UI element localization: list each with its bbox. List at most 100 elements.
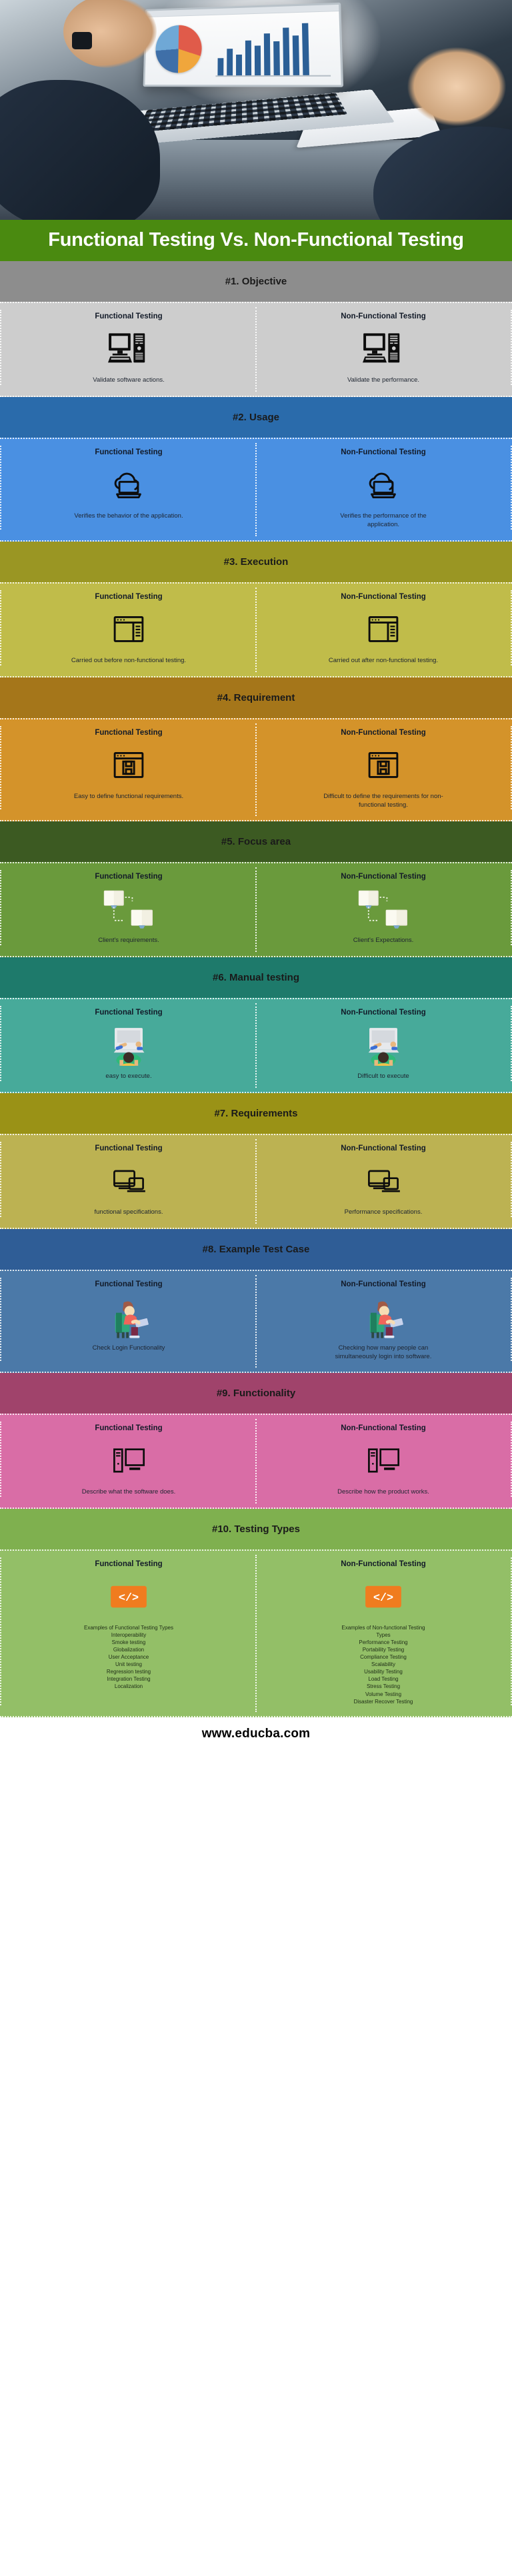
code-badge-icon: </> xyxy=(365,1575,402,1619)
column-left: Functional Testing Check Login Functional… xyxy=(0,1277,256,1362)
list-item: Load Testing xyxy=(368,1676,399,1683)
column-left: Functional Testing Carried out before non… xyxy=(0,590,256,665)
two-monitors-icon xyxy=(357,887,409,931)
column-left: Functional Testing Verifies the behavior … xyxy=(0,446,256,530)
comparison-row: Functional Testing Client's requirements.… xyxy=(0,862,512,958)
column-right: Non-Functional Testing Difficult to defin… xyxy=(256,725,512,810)
column-left: Functional Testing </> Examples of Functio… xyxy=(0,1557,256,1705)
section-9: #9. Functionality Functional Testing Descr… xyxy=(0,1373,512,1509)
column-description: Difficult to execute xyxy=(357,1073,409,1080)
section-header: #2. Usage xyxy=(0,397,512,438)
section-3: #3. Execution Functional Testing Carried o… xyxy=(0,541,512,677)
column-title: Non-Functional Testing xyxy=(341,873,426,881)
column-title: Non-Functional Testing xyxy=(341,592,426,601)
column-right: Non-Functional Testing Client's Expectati… xyxy=(256,870,512,946)
section-header: #3. Execution xyxy=(0,541,512,582)
list-item: Interoperability xyxy=(111,1632,147,1639)
section-header: #10. Testing Types xyxy=(0,1509,512,1550)
column-description: Difficult to define the requirements for… xyxy=(323,792,443,809)
column-right: Non-Functional Testing Verifies the perfo… xyxy=(256,446,512,530)
bar-chart-graphic xyxy=(217,20,327,76)
wristwatch xyxy=(72,32,92,49)
list-item: Unit testing xyxy=(115,1661,143,1668)
column-description: Client's requirements. xyxy=(98,937,159,945)
section-header: #7. Requirements xyxy=(0,1092,512,1134)
comparison-row: Functional Testing </> Examples of Functio… xyxy=(0,1549,512,1717)
column-left: Functional Testing Validate software acti… xyxy=(0,310,256,386)
title-bar: Functional Testing Vs. Non-Functional Te… xyxy=(0,220,512,262)
person-working-icon xyxy=(358,1295,409,1339)
column-title: Functional Testing xyxy=(95,448,163,457)
column-title: Non-Functional Testing xyxy=(341,728,426,737)
column-left: Functional Testing easy to execute. xyxy=(0,1006,256,1081)
section-6: #6. Manual testing Functional Testing easy… xyxy=(0,957,512,1093)
column-right: Non-Functional Testing </> Examples of Non… xyxy=(256,1557,512,1705)
hero-photo xyxy=(0,0,512,220)
section-header: #4. Requirement xyxy=(0,677,512,718)
column-title: Non-Functional Testing xyxy=(341,448,426,457)
svg-text:</>: </> xyxy=(119,1592,139,1605)
column-title: Functional Testing xyxy=(95,728,163,737)
section-10: #10. Testing Types Functional Testing </> E… xyxy=(0,1509,512,1717)
column-right: Non-Functional Testing Carried out after … xyxy=(256,590,512,665)
column-description: functional specifications. xyxy=(94,1208,163,1216)
list-item: Usability Testing xyxy=(364,1669,403,1675)
section-header: #5. Focus area xyxy=(0,821,512,863)
list-item: Types xyxy=(376,1632,391,1639)
column-title: Non-Functional Testing xyxy=(341,1280,426,1288)
two-monitors-icon xyxy=(103,887,155,931)
column-right: Non-Functional Testing Performance specif… xyxy=(256,1141,512,1217)
column-description: Carried out before non-functional testin… xyxy=(71,656,187,664)
tower-monitor-icon xyxy=(364,1439,403,1483)
list-item: Compliance Testing xyxy=(360,1654,407,1661)
person-at-laptop-icon xyxy=(359,1023,408,1067)
column-description: Client's Expectations. xyxy=(353,937,414,945)
column-description: Performance specifications. xyxy=(344,1208,423,1216)
column-title: Non-Functional Testing xyxy=(341,312,426,321)
devices-icon xyxy=(363,1159,404,1203)
section-header: #9. Functionality xyxy=(0,1373,512,1414)
section-header: #8. Example Test Case xyxy=(0,1228,512,1270)
column-title: Functional Testing xyxy=(95,873,163,881)
list-item: Regression testing xyxy=(106,1669,151,1675)
section-7: #7. Requirements Functional Testing functi… xyxy=(0,1092,512,1229)
column-description: Easy to define functional requirements. xyxy=(73,792,184,800)
desktop-computer-icon xyxy=(108,327,149,371)
comparison-row: Functional Testing functional specificati… xyxy=(0,1133,512,1229)
column-title: Non-Functional Testing xyxy=(341,1560,426,1569)
column-left: Functional Testing functional specificati… xyxy=(0,1141,256,1217)
site-url: www.educba.com xyxy=(201,1726,311,1741)
column-description: Check Login Functionality xyxy=(92,1344,165,1352)
svg-text:</>: </> xyxy=(373,1592,393,1605)
column-title: Functional Testing xyxy=(95,1424,163,1433)
column-description: Describe what the software does. xyxy=(81,1488,176,1496)
list-item: Portability Testing xyxy=(362,1647,405,1653)
list-item: Examples of Functional Testing Types xyxy=(84,1625,173,1631)
page-title: Functional Testing Vs. Non-Functional Te… xyxy=(48,229,464,250)
section-2: #2. Usage Functional Testing Verifies the … xyxy=(0,397,512,542)
devices-icon xyxy=(108,1159,149,1203)
column-title: Functional Testing xyxy=(95,1009,163,1017)
column-description: Verifies the performance of the applicat… xyxy=(340,512,427,529)
person-at-laptop-icon xyxy=(104,1023,153,1067)
code-badge-icon: </> xyxy=(110,1575,147,1619)
list-item: User Acceptance xyxy=(108,1654,149,1661)
pie-chart-graphic xyxy=(155,24,203,73)
comparison-row: Functional Testing Describe what the soft… xyxy=(0,1414,512,1509)
comparison-row: Functional Testing Easy to define functio… xyxy=(0,717,512,822)
column-description: Validate software actions. xyxy=(93,376,165,384)
list-item: Globalization xyxy=(113,1647,145,1653)
hand-right xyxy=(407,47,507,127)
browser-window-icon xyxy=(363,608,403,651)
section-8: #8. Example Test Case Functional Testing C… xyxy=(0,1228,512,1374)
laptop-screen xyxy=(143,2,344,87)
testing-types-list: Examples of Non-functional Testing Types P… xyxy=(341,1624,425,1705)
cloud-laptop-icon xyxy=(108,463,149,507)
person-working-icon xyxy=(103,1295,154,1339)
list-item: Scalability xyxy=(371,1661,395,1668)
section-4: #4. Requirement Functional Testing Easy to… xyxy=(0,677,512,822)
list-item: Disaster Recover Testing xyxy=(353,1698,413,1705)
section-header: #1. Objective xyxy=(0,261,512,302)
section-1: #1. Objective Functional Testing Validate … xyxy=(0,261,512,398)
list-item: Volume Testing xyxy=(365,1691,402,1697)
